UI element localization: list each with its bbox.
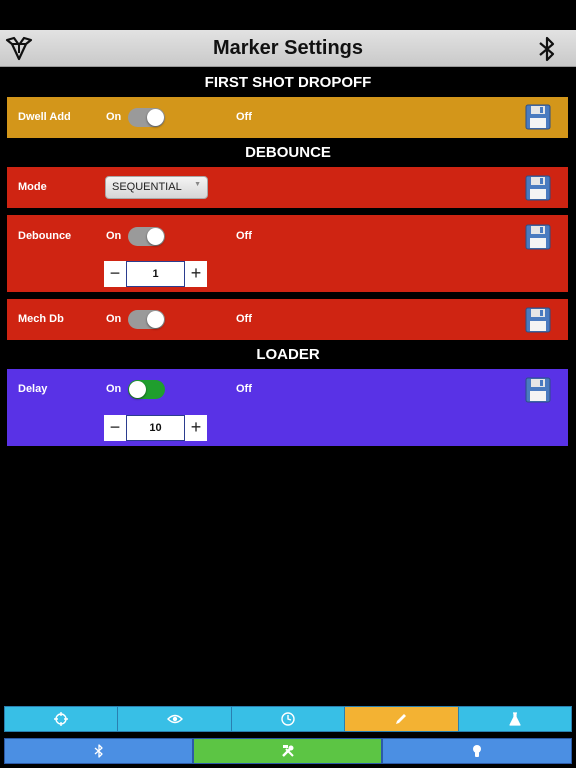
mech-db-toggle[interactable] bbox=[128, 310, 165, 329]
mech-db-off-label: Off bbox=[236, 313, 252, 325]
dwell-add-off-label: Off bbox=[236, 111, 252, 123]
tab-clock[interactable] bbox=[231, 707, 346, 731]
bluetooth-icon[interactable] bbox=[536, 34, 558, 64]
eye-icon bbox=[166, 713, 183, 725]
chevron-down-icon: ▼ bbox=[194, 181, 201, 188]
mode-select-value: SEQUENTIAL bbox=[112, 181, 182, 193]
dwell-add-toggle[interactable] bbox=[128, 108, 165, 127]
decrement-button[interactable]: − bbox=[104, 261, 126, 287]
dwell-add-on-label: On bbox=[106, 111, 122, 123]
increment-button[interactable]: + bbox=[185, 415, 207, 441]
title-bar: Marker Settings bbox=[0, 30, 576, 67]
tab-bluetooth[interactable] bbox=[4, 738, 193, 764]
mech-db-on-label: On bbox=[106, 313, 122, 325]
tab-pencil[interactable] bbox=[345, 707, 459, 731]
bluetooth-icon bbox=[94, 744, 104, 758]
delay-on-label: On bbox=[106, 383, 122, 395]
save-icon[interactable] bbox=[525, 224, 551, 250]
section-loader: LOADER bbox=[256, 346, 320, 363]
delay-off-label: Off bbox=[236, 383, 252, 395]
tab-lightbulb[interactable] bbox=[382, 738, 572, 764]
save-icon[interactable] bbox=[525, 104, 551, 130]
dwell-add-label: Dwell Add bbox=[18, 111, 71, 123]
delay-panel: Delay On Off − 10 + bbox=[7, 369, 568, 446]
mech-db-panel: Mech Db On Off bbox=[7, 299, 568, 340]
pencil-icon bbox=[394, 712, 408, 726]
delay-value-field[interactable]: 10 bbox=[126, 415, 185, 441]
delay-label: Delay bbox=[18, 383, 48, 395]
tab-tools[interactable] bbox=[193, 738, 382, 764]
section-debounce: DEBOUNCE bbox=[245, 144, 331, 161]
tools-icon bbox=[281, 744, 295, 758]
tab-flask[interactable] bbox=[458, 707, 572, 731]
tab-crosshair[interactable] bbox=[5, 707, 119, 731]
section-first-shot-dropoff: FIRST SHOT DROPOFF bbox=[204, 74, 372, 91]
debounce-label: Debounce bbox=[18, 230, 72, 242]
debounce-on-label: On bbox=[106, 230, 122, 242]
debounce-off-label: Off bbox=[236, 230, 252, 242]
mech-db-label: Mech Db bbox=[18, 313, 64, 325]
settings-tab-bar bbox=[4, 706, 572, 732]
tab-eye[interactable] bbox=[118, 707, 232, 731]
mode-label: Mode bbox=[18, 181, 47, 193]
mode-select[interactable]: SEQUENTIAL ▼ bbox=[105, 176, 208, 199]
delay-stepper: − 10 + bbox=[104, 415, 207, 441]
debounce-stepper: − 1 + bbox=[104, 261, 207, 287]
decrement-button[interactable]: − bbox=[104, 415, 126, 441]
save-icon[interactable] bbox=[525, 307, 551, 333]
debounce-toggle[interactable] bbox=[128, 227, 165, 246]
dwell-add-panel: Dwell Add On Off bbox=[7, 97, 568, 138]
save-icon[interactable] bbox=[525, 377, 551, 403]
debounce-panel: Debounce On Off − 1 + bbox=[7, 215, 568, 292]
increment-button[interactable]: + bbox=[185, 261, 207, 287]
mode-panel: Mode SEQUENTIAL ▼ bbox=[7, 167, 568, 208]
lightbulb-icon bbox=[472, 744, 482, 758]
delay-toggle[interactable] bbox=[128, 380, 165, 399]
save-icon[interactable] bbox=[525, 175, 551, 201]
main-tab-bar bbox=[4, 738, 572, 764]
clock-icon bbox=[281, 712, 295, 726]
page-title: Marker Settings bbox=[212, 37, 364, 59]
crosshair-icon bbox=[54, 712, 69, 726]
flask-icon bbox=[509, 712, 521, 726]
debounce-value-field[interactable]: 1 bbox=[126, 261, 185, 287]
